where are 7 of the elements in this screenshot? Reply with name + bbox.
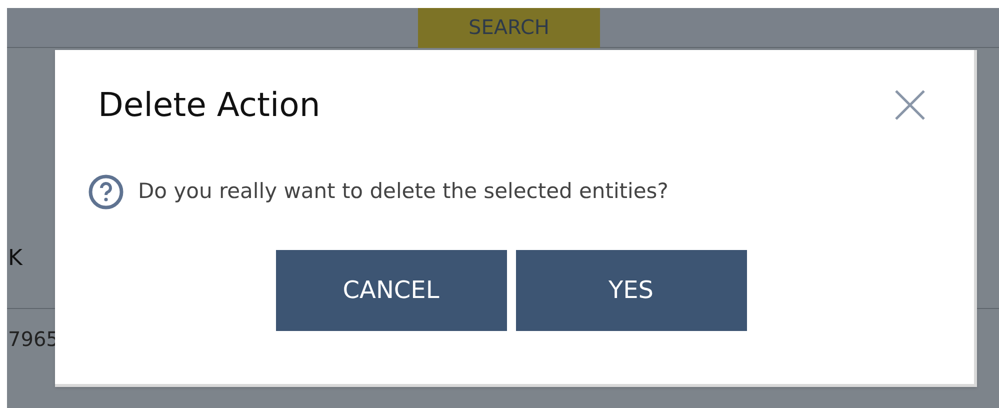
- close-icon[interactable]: [894, 88, 926, 121]
- cancel-button[interactable]: CANCEL: [276, 250, 506, 330]
- confirmation-message: Do you really want to delete the selected entities?: [138, 178, 668, 205]
- question-icon: [88, 174, 124, 210]
- dialog-title: Delete Action: [98, 84, 320, 126]
- confirm-button[interactable]: YES: [516, 250, 746, 330]
- column-header: K: [7, 244, 22, 272]
